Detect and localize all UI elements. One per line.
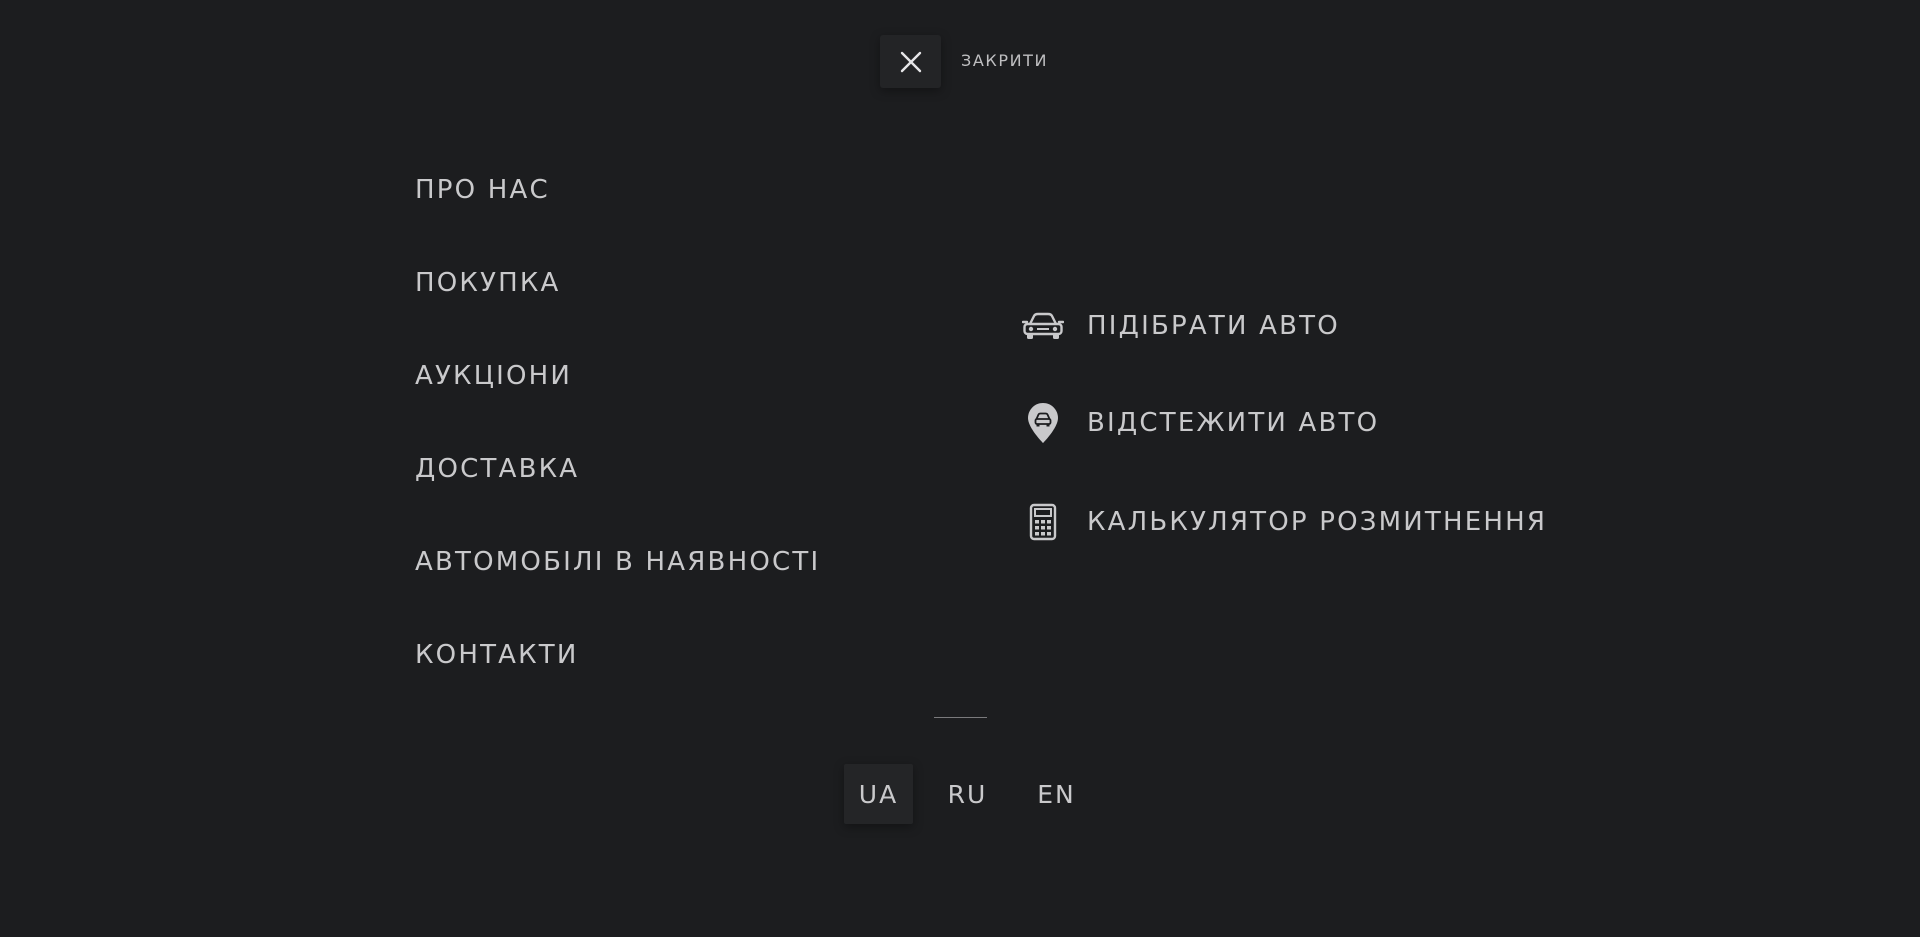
pick-car-label: ПІДІБРАТИ АВТО <box>1087 311 1340 341</box>
lang-ua-button[interactable]: UA <box>844 764 913 824</box>
pick-car-link[interactable]: ПІДІБРАТИ АВТО <box>1021 304 1340 348</box>
language-switcher: UA RU EN <box>844 764 1091 824</box>
car-icon <box>1021 304 1065 348</box>
lang-ru-button[interactable]: RU <box>933 764 1002 824</box>
menu-item-auctions[interactable]: АУКЦІОНИ <box>415 360 572 392</box>
menu-item-contacts[interactable]: КОНТАКТИ <box>415 639 579 671</box>
calculator-icon <box>1021 500 1065 544</box>
lang-en-button[interactable]: EN <box>1022 764 1091 824</box>
close-icon <box>900 51 921 72</box>
menu-item-delivery[interactable]: ДОСТАВКА <box>415 453 579 485</box>
track-car-link[interactable]: ВІДСТЕЖИТИ АВТО <box>1021 401 1379 445</box>
menu-item-about[interactable]: ПРО НАС <box>415 174 550 206</box>
close-button[interactable] <box>880 35 941 88</box>
map-pin-car-icon <box>1021 401 1065 445</box>
menu-item-purchase[interactable]: ПОКУПКА <box>415 267 561 299</box>
menu-item-cars-in-stock[interactable]: АВТОМОБІЛІ В НАЯВНОСТІ <box>415 546 820 578</box>
customs-calculator-link[interactable]: КАЛЬКУЛЯТОР РОЗМИТНЕННЯ <box>1021 500 1547 544</box>
track-car-label: ВІДСТЕЖИТИ АВТО <box>1087 408 1380 438</box>
close-label[interactable]: ЗАКРИТИ <box>961 51 1048 71</box>
customs-calculator-label: КАЛЬКУЛЯТОР РОЗМИТНЕННЯ <box>1087 507 1548 537</box>
divider <box>934 717 987 718</box>
